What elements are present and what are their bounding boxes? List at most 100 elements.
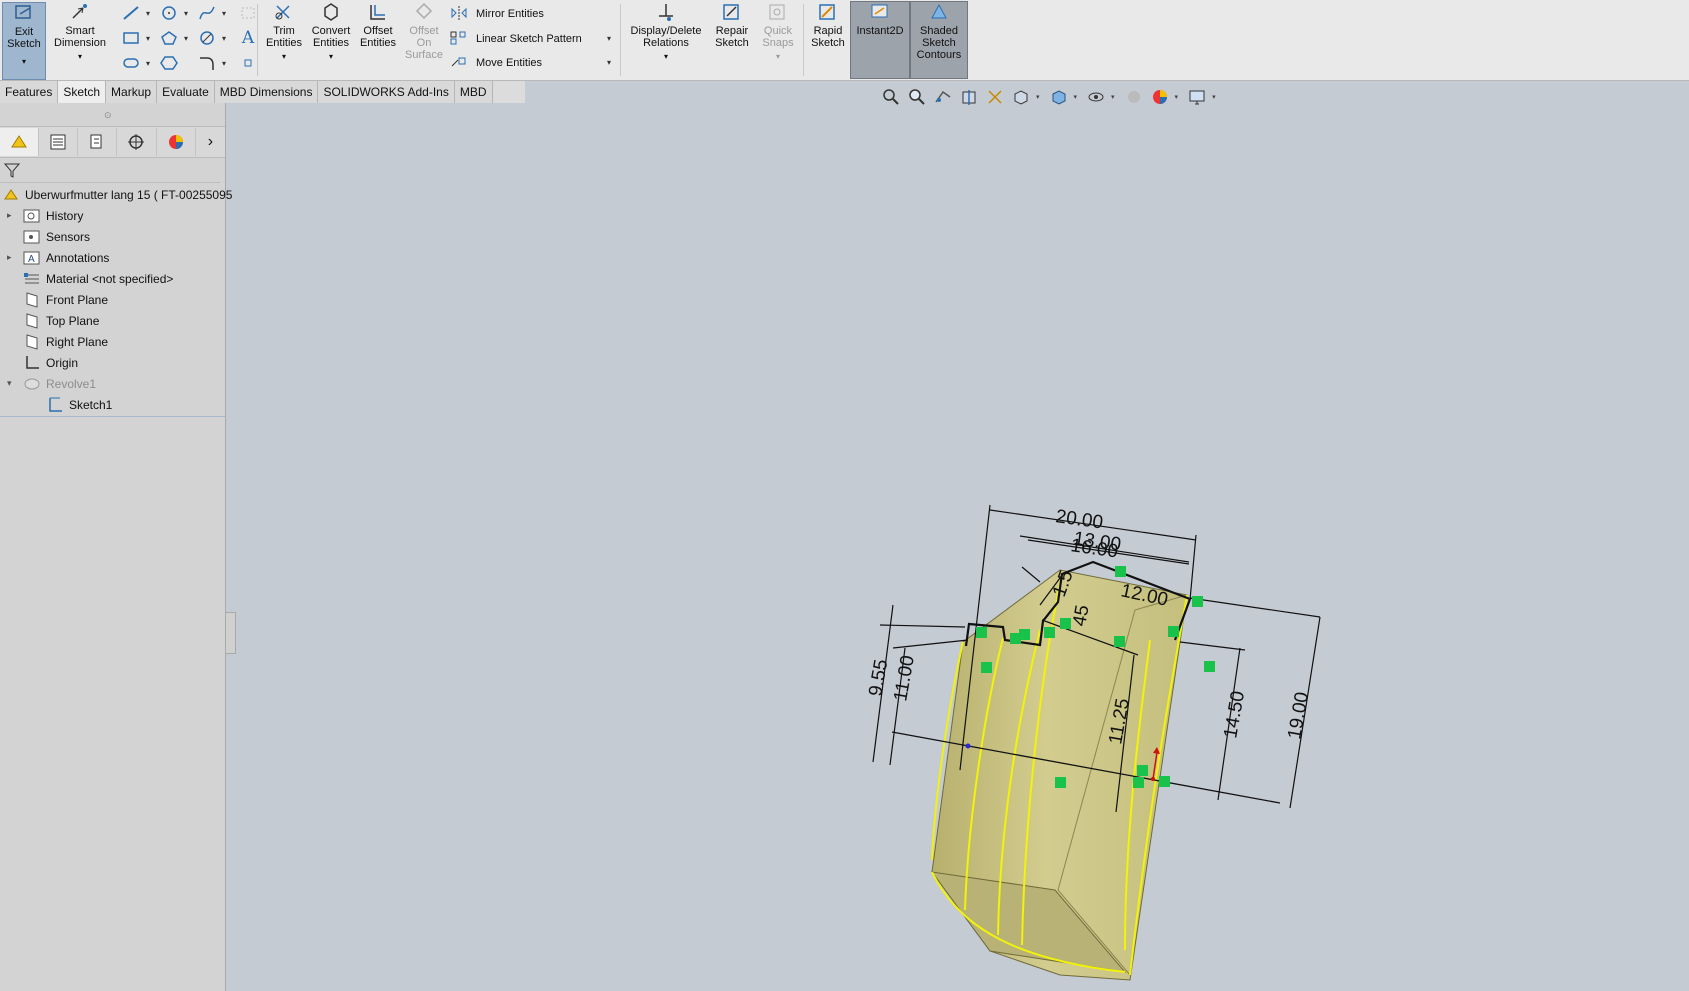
shaded-sketch-contours-button[interactable]: Shaded Sketch Contours [910,1,968,79]
chevron-down-icon[interactable]: ▾ [1212,93,1216,101]
relation-marker[interactable] [1137,765,1148,776]
chevron-down-icon[interactable]: ▾ [222,59,226,68]
chevron-down-icon[interactable]: ▾ [607,34,611,43]
tree-item-origin[interactable]: Origin [23,352,78,373]
text-tool-icon[interactable]: A [237,28,259,48]
hexagon-tool-icon[interactable] [158,53,180,73]
offset-entities-button[interactable]: Offset Entities [356,2,400,60]
chevron-right-icon[interactable]: › [196,133,225,151]
chevron-down-icon[interactable]: ▾ [1111,93,1115,101]
tab-features[interactable]: Features [0,81,59,103]
chevron-down-icon[interactable]: ▾ [146,34,150,43]
circle-tool-icon[interactable] [158,3,180,23]
relation-marker[interactable] [1168,626,1179,637]
rectangle-tool-icon[interactable] [120,28,142,48]
point-tool-icon[interactable] [237,3,259,23]
chevron-down-icon[interactable]: ▾ [776,51,780,63]
panel-grip-icon[interactable]: ⊙ [104,110,112,121]
tree-item-material[interactable]: Material <not specified> [23,268,173,289]
tab-evaluate[interactable]: Evaluate [157,81,215,103]
convert-entities-button[interactable]: Convert Entities ▾ [308,2,354,63]
relation-marker[interactable] [981,662,992,673]
dimension-angle[interactable]: 45 [1069,603,1093,627]
smart-dimension-button[interactable]: Smart Dimension ▾ [50,2,110,63]
revolved-part-body[interactable] [930,569,1188,981]
chevron-down-icon[interactable]: ▾ [22,56,26,68]
chevron-down-icon[interactable]: ▾ [1036,93,1040,101]
dimension-9-55[interactable]: 9.55 [865,658,892,698]
chevron-down-icon[interactable]: ▾ [282,51,286,63]
move-entities-button[interactable]: Move Entities [450,53,542,73]
tab-sketch[interactable]: Sketch [58,81,107,103]
property-manager-tab[interactable] [39,128,79,156]
panel-tab-strip: › [0,126,225,158]
relation-marker[interactable] [1114,636,1125,647]
relation-marker[interactable] [1204,661,1215,672]
tree-item-revolve1[interactable]: ▾ Revolve1 [7,373,96,394]
chevron-down-icon[interactable]: ▾ [607,58,611,67]
ellipse-tool-icon[interactable] [196,28,218,48]
chevron-down-icon[interactable]: ▾ [222,34,226,43]
dimension-19-00[interactable]: 19.00 [1284,690,1313,740]
chevron-down-icon[interactable]: ▾ [146,9,150,18]
chevron-down-icon[interactable]: ▾ [184,9,188,18]
chevron-down-icon[interactable]: ▾ [222,9,226,18]
dimxpert-manager-tab[interactable] [117,128,157,156]
chevron-down-icon[interactable]: ▾ [78,51,82,63]
tree-item-label: Material <not specified> [46,271,174,286]
tab-mbd-dimensions[interactable]: MBD Dimensions [214,81,319,103]
tab-markup[interactable]: Markup [106,81,158,103]
relation-marker[interactable] [1192,596,1203,607]
trim-entities-button[interactable]: Trim Entities ▾ [262,2,306,63]
chevron-down-icon[interactable]: ▾ [664,51,668,63]
slot-tool-icon[interactable] [120,53,142,73]
relation-marker[interactable] [1115,566,1126,577]
relation-marker[interactable] [1019,629,1030,640]
relation-marker[interactable] [1044,627,1055,638]
relation-marker[interactable] [1060,618,1071,629]
rapid-sketch-button[interactable]: Rapid Sketch [806,2,850,60]
tab-mbd[interactable]: MBD [454,81,493,103]
linear-sketch-pattern-button[interactable]: Linear Sketch Pattern [450,29,582,49]
instant2d-button[interactable]: Instant2D [850,1,910,79]
chevron-down-icon[interactable]: ▾ [1074,93,1078,101]
display-delete-relations-button[interactable]: Display/Delete Relations ▾ [624,2,708,63]
tree-item-front-plane[interactable]: Front Plane [23,289,108,310]
expand-icon[interactable]: ▸ [7,210,12,221]
tree-item-right-plane[interactable]: Right Plane [23,331,108,352]
feature-manager-tab[interactable] [0,128,40,156]
polygon-tool-icon[interactable] [158,28,180,48]
dimension-14-50[interactable]: 14.50 [1220,689,1249,739]
tree-item-annotations[interactable]: ▸ A Annotations [7,247,109,268]
expand-icon[interactable]: ▸ [7,252,12,263]
chevron-down-icon[interactable]: ▾ [146,59,150,68]
collapse-icon[interactable]: ▾ [7,378,12,389]
repair-sketch-button[interactable]: Repair Sketch [710,2,754,60]
quick-snaps-button[interactable]: Quick Snaps ▾ [758,2,798,63]
relation-marker[interactable] [976,627,987,638]
dimension-11-00[interactable]: 11.00 [890,654,919,703]
exit-sketch-button[interactable]: Exit Sketch ▾ [2,2,46,80]
tree-item-sensors[interactable]: Sensors [23,226,90,247]
configuration-manager-tab[interactable] [78,128,118,156]
relation-marker[interactable] [1055,777,1066,788]
fillet-tool-icon[interactable] [196,53,218,73]
tree-root-part[interactable]: Uberwurfmutter lang 15 ( FT-00255095 [2,184,232,205]
plane-tool-icon[interactable] [237,53,259,73]
display-manager-tab[interactable] [157,128,196,156]
chevron-down-icon[interactable]: ▾ [329,51,333,63]
tree-filter-bar[interactable] [0,158,220,183]
relation-marker[interactable] [1159,776,1170,787]
tree-item-top-plane[interactable]: Top Plane [23,310,99,331]
relation-marker[interactable] [1133,777,1144,788]
spline-tool-icon[interactable] [196,3,218,23]
chevron-down-icon[interactable]: ▾ [1175,93,1179,101]
tree-item-history[interactable]: ▸ History [7,205,83,226]
offset-on-surface-button[interactable]: Offset On Surface [402,2,446,61]
graphics-viewport[interactable]: 20.00 13.00 16.00 12.00 1.5 45 9.55 11.0… [234,103,1689,991]
mirror-entities-button[interactable]: Mirror Entities [450,4,544,24]
chevron-down-icon[interactable]: ▾ [184,34,188,43]
tree-item-sketch1[interactable]: Sketch1 [46,394,112,415]
tab-solidworks-add-ins[interactable]: SOLIDWORKS Add-Ins [318,81,455,103]
line-tool-icon[interactable] [120,3,142,23]
